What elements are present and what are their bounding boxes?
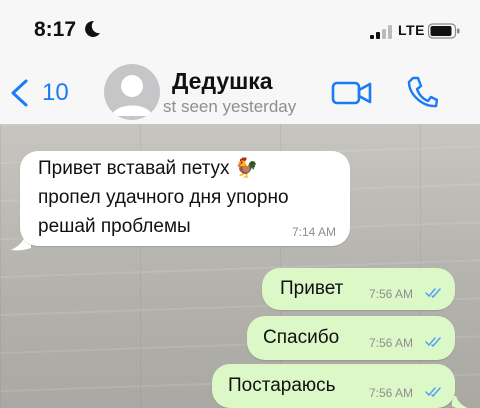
network-type: LTE [398,22,425,38]
double-check-icon [425,387,441,398]
signal-icon [370,25,392,39]
status-time: 8:17 [34,18,77,41]
status-bar: 8:17 LTE [0,0,480,58]
battery-icon [428,23,460,39]
message-line: решай проблемы [38,216,191,237]
chevron-left-icon [11,79,28,107]
contact-status: st seen yesterday [163,97,297,116]
message-time: 7:56 AM [369,386,414,400]
avatar-placeholder-icon [112,75,152,116]
message-incoming[interactable]: Привет вставай петух 🐓 пропел удачного д… [20,151,350,246]
chat-background: Привет вставай петух 🐓 пропел удачного д… [0,124,480,408]
moon-icon [85,20,100,37]
message-line: Привет вставай петух 🐓 [38,158,259,179]
message-outgoing[interactable]: Привет 7:56 AM [262,268,455,310]
double-check-icon [425,337,441,348]
message-time: 7:56 AM [369,336,414,350]
avatar[interactable] [104,64,160,120]
outgoing-bubble-tail [452,396,468,408]
phone-call-button[interactable] [406,75,438,109]
message-text: Привет [280,278,344,299]
back-button[interactable]: 10 [8,76,78,110]
video-call-button[interactable] [331,79,373,107]
chat-header: 10 Дедушка st seen yesterday [0,58,480,124]
message-text: Постараюсь [228,375,336,396]
message-time: 7:56 AM [369,287,414,301]
message-outgoing[interactable]: Постараюсь 7:56 AM [212,364,455,408]
message-text: Спасибо [263,327,340,348]
unread-count: 10 [42,79,69,106]
contact-name[interactable]: Дедушка [172,68,273,95]
double-check-icon [425,288,441,299]
message-line: пропел удачного дня упорно [38,187,289,208]
message-outgoing[interactable]: Спасибо 7:56 AM [247,316,455,360]
message-time: 7:14 AM [291,225,336,239]
